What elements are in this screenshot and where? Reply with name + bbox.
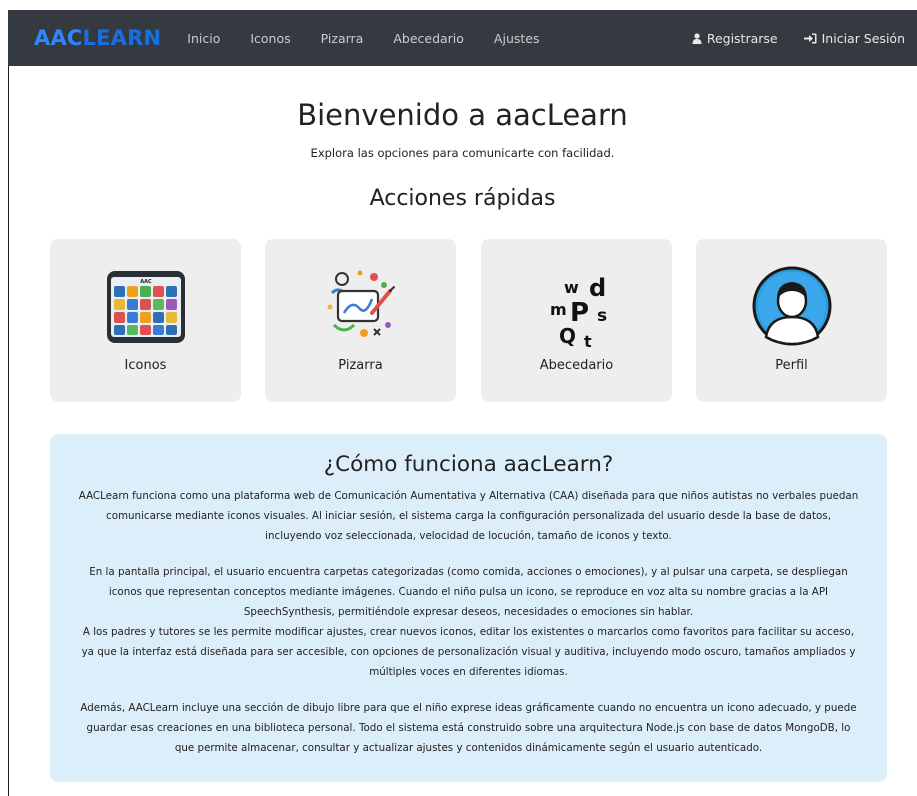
info-panel: ¿Cómo funciona aacLearn? AACLearn funcio…: [50, 434, 887, 782]
brand-logo[interactable]: AAC LEARN: [34, 10, 161, 66]
svg-text:s: s: [597, 306, 607, 326]
info-paragraph-4: Además, AACLearn incluye una sección de …: [80, 702, 857, 754]
card-perfil[interactable]: Perfil: [696, 239, 887, 402]
card-label-abecedario: Abecedario: [539, 358, 614, 373]
nav-auth: Registrarse Iniciar Sesión: [692, 10, 917, 66]
page-subtitle: Explora las opciones para comunicarte co…: [310, 146, 615, 160]
card-label-perfil: Perfil: [775, 358, 808, 373]
alphabet-letters-image: w d m P s Q t: [550, 274, 607, 349]
nav-links: Inicio Iconos Pizarra Abecedario Ajustes: [187, 10, 569, 66]
svg-text:AAC: AAC: [140, 279, 152, 285]
brand-text-learn: LEARN: [82, 26, 162, 50]
drawing-tablet-image: [327, 270, 395, 337]
card-label-pizarra: Pizarra: [338, 358, 383, 373]
nav-link-ajustes[interactable]: Ajustes: [494, 31, 540, 46]
nav-link-iconos[interactable]: Iconos: [250, 31, 290, 46]
svg-text:m: m: [550, 300, 567, 319]
quick-actions-title: Acciones rápidas: [369, 186, 556, 211]
svg-text:w: w: [564, 278, 579, 297]
nav-link-inicio[interactable]: Inicio: [187, 31, 220, 46]
svg-text:t: t: [584, 332, 592, 349]
nav-link-pizarra[interactable]: Pizarra: [321, 31, 364, 46]
nav-link-abecedario[interactable]: Abecedario: [393, 31, 464, 46]
info-paragraph-1: AACLearn funciona como una plataforma we…: [78, 490, 859, 542]
brand-text-aac: AAC: [34, 26, 83, 50]
login-link[interactable]: Iniciar Sesión: [803, 30, 905, 46]
info-paragraph-2: En la pantalla principal, el usuario enc…: [89, 566, 848, 618]
sign-in-icon: [803, 33, 817, 43]
info-title: ¿Cómo funciona aacLearn?: [323, 452, 614, 477]
page-border: [8, 66, 9, 796]
profile-avatar-image: [752, 266, 831, 346]
user-icon: [692, 32, 702, 44]
navbar: AAC LEARN Inicio Iconos Pizarra Abecedari…: [8, 10, 917, 66]
card-pizarra[interactable]: Pizarra: [265, 239, 456, 402]
svg-text:d: d: [589, 274, 606, 302]
info-paragraph-3: A los padres y tutores se les permite mo…: [81, 626, 856, 678]
svg-text:Q: Q: [559, 324, 576, 348]
card-abecedario[interactable]: w d m P s Q t Abecedario: [481, 239, 672, 402]
card-iconos[interactable]: AAC Iconos: [50, 239, 241, 402]
register-link[interactable]: Registrarse: [692, 31, 778, 46]
login-label: Iniciar Sesión: [821, 30, 905, 46]
icon-board-tablet-image: AAC: [106, 271, 185, 343]
card-label-iconos: Iconos: [124, 358, 167, 373]
register-label: Registrarse: [706, 30, 778, 46]
page-title: Bienvenido a aacLearn: [297, 98, 628, 132]
